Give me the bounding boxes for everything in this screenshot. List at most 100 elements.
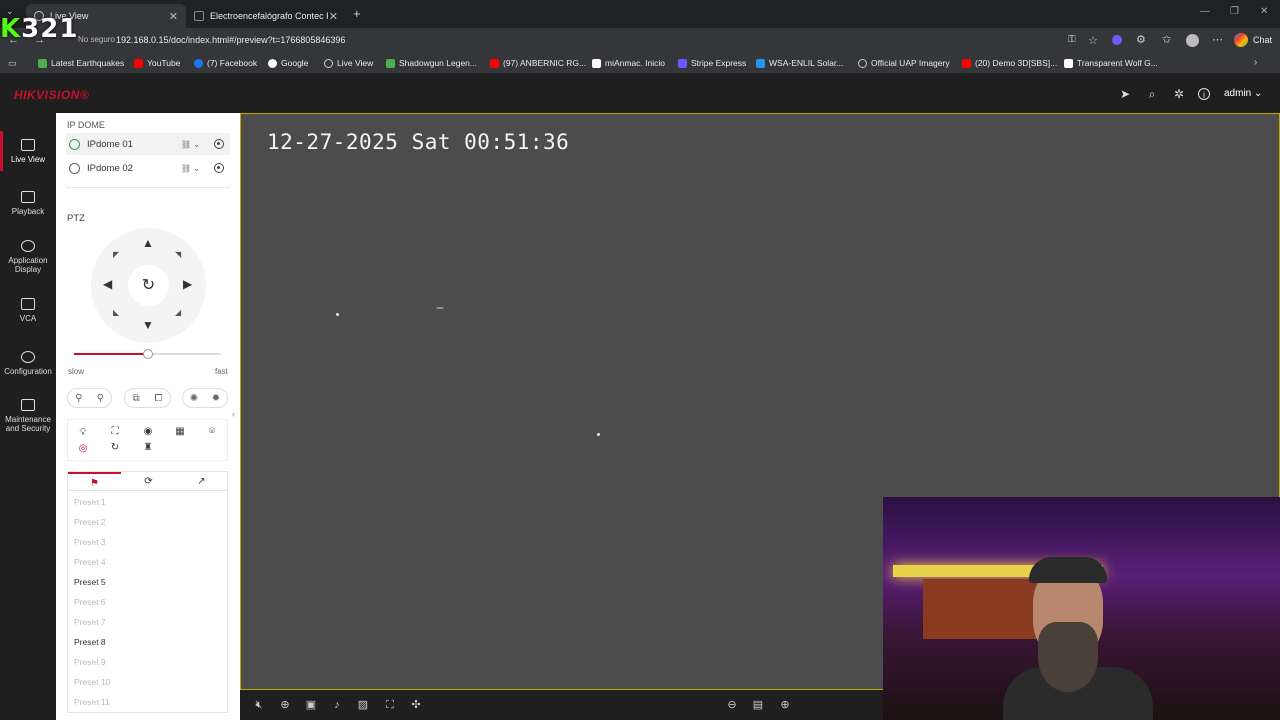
send-icon[interactable]: ➤: [1118, 87, 1132, 101]
record-icon[interactable]: [214, 163, 224, 173]
sidebar-toggle-icon[interactable]: ▭: [8, 58, 17, 69]
bookmarks-more-icon[interactable]: ›: [1254, 57, 1257, 68]
ptz-down-right-icon[interactable]: ◢: [175, 308, 181, 317]
preset-item[interactable]: Preset 8: [74, 637, 106, 647]
chat-button[interactable]: Chat: [1253, 35, 1272, 45]
light-icon[interactable]: 💡︎: [76, 426, 90, 440]
bookmark-anbernic[interactable]: (97) ANBERNIC RG...: [490, 58, 586, 68]
help-icon[interactable]: i: [1198, 88, 1210, 100]
preset-item[interactable]: Preset 11: [74, 697, 110, 707]
preset-item[interactable]: Preset 4: [74, 557, 106, 567]
3d-positioning-icon[interactable]: ✣: [409, 698, 423, 712]
close-tab-icon[interactable]: ✕: [329, 10, 338, 23]
park-action-icon[interactable]: ♜: [141, 441, 155, 455]
ptz-up-left-icon[interactable]: ◤: [113, 250, 119, 259]
ptz-down-icon[interactable]: ▼: [142, 318, 154, 332]
user-menu[interactable]: admin ⌄: [1224, 88, 1262, 99]
bookmark-facebook[interactable]: (7) Facebook: [194, 58, 257, 68]
record-icon[interactable]: [214, 139, 224, 149]
bookmark-youtube[interactable]: YouTube: [134, 58, 180, 68]
regional-exposure-icon[interactable]: ◎: [76, 442, 90, 456]
wiper-icon[interactable]: ◉: [141, 425, 155, 439]
new-tab-icon[interactable]: +: [353, 6, 361, 21]
preset-item[interactable]: Preset 10: [74, 677, 110, 687]
minimize-icon[interactable]: —: [1200, 6, 1210, 17]
bookmark-star-icon[interactable]: ☆: [1088, 34, 1098, 47]
preset-item[interactable]: Preset 5: [74, 577, 106, 587]
preset-item[interactable]: Preset 7: [74, 617, 106, 627]
focus-near-icon[interactable]: ⧉: [132, 393, 139, 404]
nav-vca[interactable]: VCA: [0, 298, 56, 323]
ptz-right-icon[interactable]: ▶: [183, 277, 192, 291]
browser-tab-electroencefalografo[interactable]: Electroencefalógrafo Contec Kt88 ✕: [186, 4, 346, 28]
ptz-up-right-icon[interactable]: ◥: [175, 250, 181, 259]
bookmark-transparent-wolf[interactable]: Transparent Wolf G...: [1064, 58, 1158, 68]
extension-icon[interactable]: [1112, 35, 1122, 45]
not-secure-label[interactable]: No seguro: [78, 35, 115, 44]
bookmark-demo-3d[interactable]: (20) Demo 3D[SBS]...: [962, 58, 1057, 68]
settings-icon[interactable]: ✲: [1172, 87, 1186, 101]
window-layout-icon[interactable]: ▤: [751, 698, 765, 712]
mute-icon[interactable]: 🔇︎: [252, 698, 266, 712]
preset-item[interactable]: Preset 9: [74, 657, 106, 667]
profile-avatar-icon[interactable]: [1186, 34, 1199, 47]
ptz-speed-slider[interactable]: [74, 349, 221, 359]
bookmark-google[interactable]: Google: [268, 58, 308, 68]
iris-close-icon[interactable]: ✺: [190, 393, 198, 404]
ptz-down-left-icon[interactable]: ◣: [113, 308, 119, 317]
tab-patrol[interactable]: ⟳: [122, 472, 175, 491]
bookmark-mianmac[interactable]: miAnmac. Inicio: [592, 58, 665, 68]
speed-slider-handle[interactable]: [142, 349, 153, 359]
favorites-icon[interactable]: ✩: [1162, 33, 1171, 46]
ptz-left-icon[interactable]: ◀: [103, 277, 112, 291]
chat-icon[interactable]: [1234, 33, 1248, 47]
maximize-icon[interactable]: ❐: [1230, 6, 1239, 17]
bookmark-official-uap[interactable]: Official UAP Imagery: [858, 58, 950, 68]
preset-item[interactable]: Preset 1: [74, 497, 106, 507]
close-window-icon[interactable]: ✕: [1260, 6, 1268, 17]
bookmark-stripe-express[interactable]: Stripe Express: [678, 58, 746, 68]
bookmark-live-view[interactable]: Live View: [324, 58, 373, 68]
collapse-panel-icon[interactable]: ‹: [232, 409, 235, 419]
tab-pattern[interactable]: ↗: [175, 472, 228, 491]
key-icon[interactable]: ⚿: [1068, 34, 1076, 45]
nav-application-display[interactable]: Application Display: [0, 240, 56, 274]
tab-preset[interactable]: ⚑: [68, 472, 121, 491]
close-tab-icon[interactable]: ✕: [169, 10, 178, 23]
capture-icon[interactable]: ▣: [304, 698, 318, 712]
next-page-icon[interactable]: ⊕: [778, 698, 792, 712]
camera-item-ipdome-01[interactable]: IPdome 01 ⛓ ⌄: [66, 133, 230, 155]
track-icon[interactable]: ⌾: [205, 425, 219, 439]
nav-maintenance-security[interactable]: Maintenance and Security: [0, 399, 56, 433]
nav-live-view[interactable]: Live View: [0, 131, 56, 171]
iris-open-icon[interactable]: ✹: [212, 393, 220, 404]
microphone-icon[interactable]: ♪: [330, 698, 344, 712]
bookmark-wsa-enlil[interactable]: WSA-ENLIL Solar...: [756, 58, 843, 68]
previous-page-icon[interactable]: ⊖: [725, 698, 739, 712]
search-icon[interactable]: ⌕: [1145, 87, 1159, 101]
stream-type-icon[interactable]: ⛓ ⌄: [181, 140, 200, 149]
extensions-puzzle-icon[interactable]: ⚙: [1136, 33, 1146, 46]
ptz-auto-rotate-icon[interactable]: ↻: [128, 265, 169, 306]
regional-focus-icon[interactable]: ⛶: [108, 425, 122, 439]
one-touch-patrol-icon[interactable]: ↻: [108, 441, 122, 455]
fullscreen-region-icon[interactable]: ⛶: [383, 698, 397, 712]
zoom-out-icon[interactable]: ⚲: [75, 393, 82, 404]
nav-playback[interactable]: Playback: [0, 191, 56, 216]
bookmark-shadowgun[interactable]: Shadowgun Legen...: [386, 58, 477, 68]
ptz-up-icon[interactable]: ▲: [142, 236, 154, 250]
preset-item[interactable]: Preset 2: [74, 517, 106, 527]
preset-item[interactable]: Preset 3: [74, 537, 106, 547]
zoom-in-icon[interactable]: ⚲: [97, 393, 104, 404]
nav-configuration[interactable]: Configuration: [0, 351, 56, 376]
picture-icon[interactable]: ▨: [356, 698, 370, 712]
url-input[interactable]: 192.168.0.15/doc/index.html#/preview?t=1…: [116, 35, 345, 45]
camera-item-ipdome-02[interactable]: IPdome 02 ⛓ ⌄: [66, 157, 230, 179]
focus-far-icon[interactable]: ⧠: [155, 393, 163, 404]
digital-zoom-icon[interactable]: ⊕: [278, 698, 292, 712]
stream-type-icon[interactable]: ⛓ ⌄: [181, 164, 200, 173]
bookmark-latest-earthquakes[interactable]: Latest Earthquakes: [38, 58, 124, 68]
preset-item[interactable]: Preset 6: [74, 597, 106, 607]
menu-dots-icon[interactable]: ⋯: [1212, 33, 1223, 46]
grid-icon[interactable]: ▦: [173, 425, 187, 439]
